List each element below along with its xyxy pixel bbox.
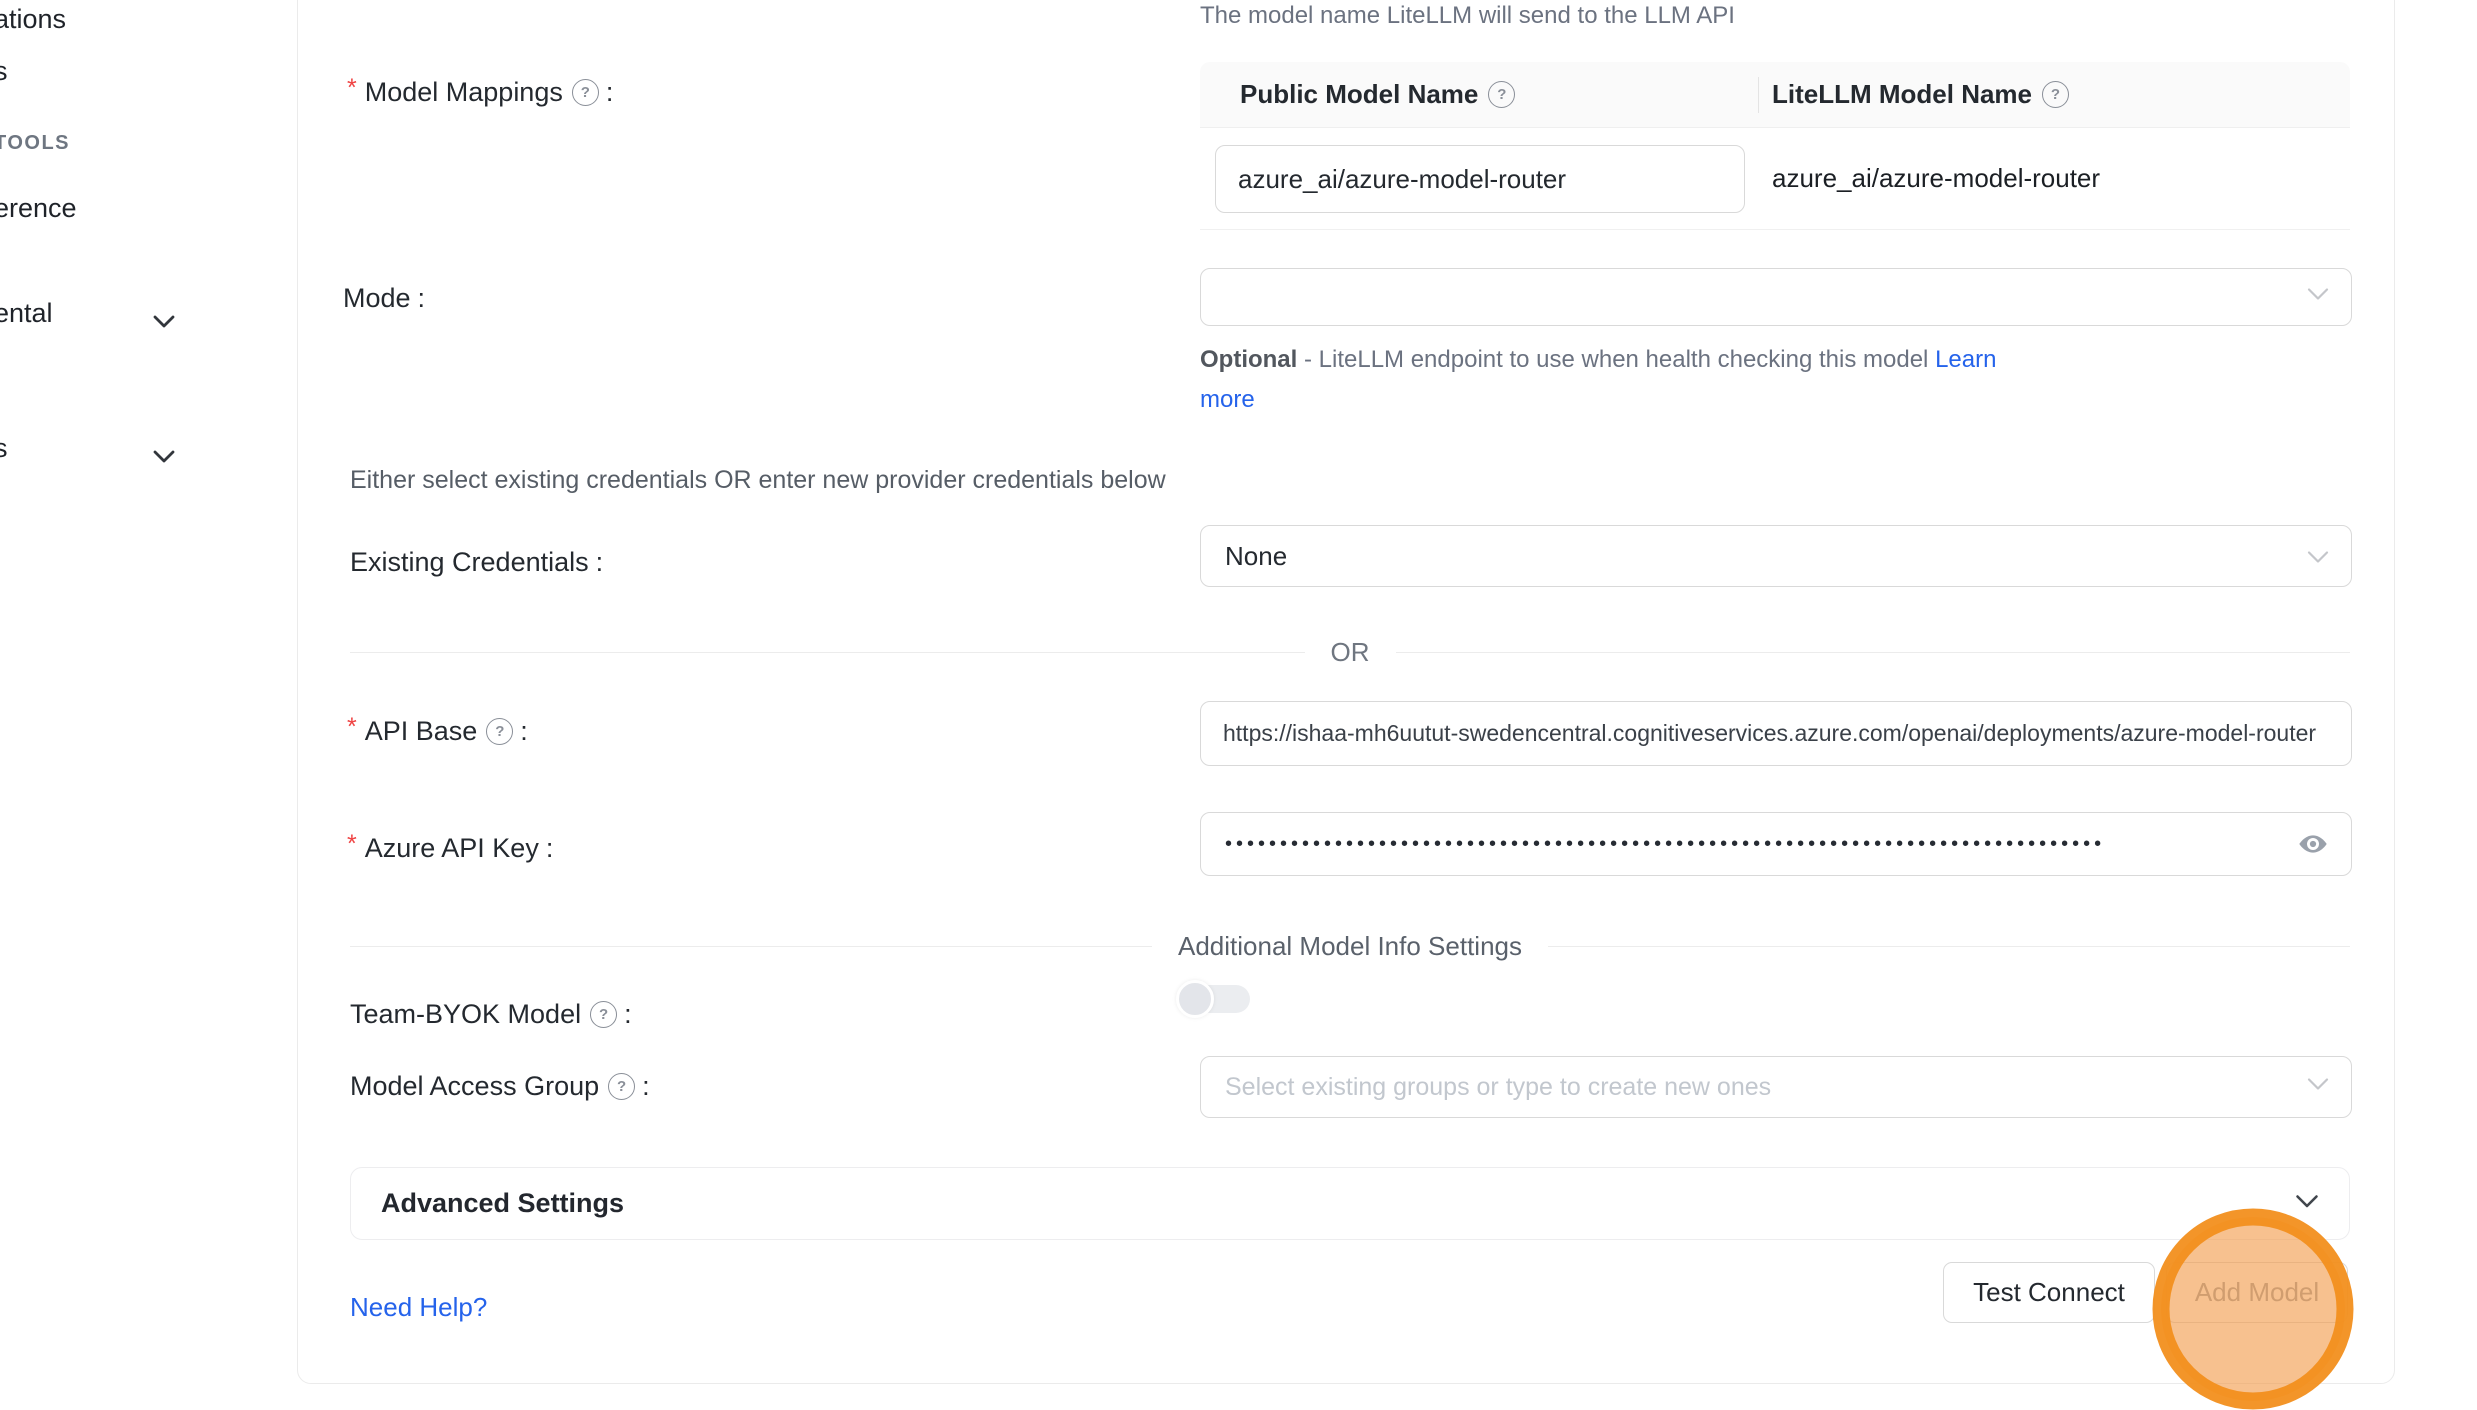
additional-info-divider: Additional Model Info Settings <box>350 931 2350 962</box>
api-base-label: * API Base ? : <box>347 714 528 748</box>
team-byok-toggle[interactable] <box>1176 980 1254 1018</box>
mode-label: Mode : <box>343 281 425 315</box>
header-text: LiteLLM Model Name <box>1772 79 2032 110</box>
team-byok-label: Team-BYOK Model ? : <box>350 997 632 1031</box>
advanced-settings-panel[interactable]: Advanced Settings <box>350 1167 2350 1240</box>
colon: : <box>624 999 632 1030</box>
sidebar-item-inference[interactable]: erence <box>0 191 77 225</box>
table-bottom-border <box>1200 229 2350 230</box>
divider-text: OR <box>1331 637 1370 668</box>
mode-help-text: Optional - LiteLLM endpoint to use when … <box>1200 340 2050 420</box>
divider-line <box>1548 946 2350 947</box>
colon: : <box>596 547 604 578</box>
sidebar: ations s TOOLS erence ental s <box>0 0 297 1385</box>
question-glyph: ? <box>599 1006 608 1023</box>
sidebar-item-label: ations <box>0 4 66 35</box>
model-name-help-text: The model name LiteLLM will send to the … <box>1200 2 1735 30</box>
test-connect-button[interactable]: Test Connect <box>1943 1262 2155 1323</box>
colon: : <box>642 1071 650 1102</box>
question-glyph: ? <box>495 723 504 740</box>
masked-key-value: ••••••••••••••••••••••••••••••••••••••••… <box>1201 833 2185 856</box>
label-text: Team-BYOK Model <box>350 999 581 1030</box>
sidebar-item-organizations[interactable]: ations <box>0 2 66 36</box>
sidebar-item-label: ental <box>0 298 53 329</box>
optional-bold: Optional <box>1200 346 1297 373</box>
chevron-down-icon <box>2307 541 2329 572</box>
question-glyph: ? <box>581 84 590 101</box>
toggle-knob <box>1176 980 1214 1018</box>
chevron-down-icon <box>2307 288 2329 307</box>
litellm-model-name-value: azure_ai/azure-model-router <box>1772 163 2100 194</box>
model-access-group-label: Model Access Group ? : <box>350 1069 650 1103</box>
or-divider: OR <box>350 637 2350 668</box>
help-icon[interactable]: ? <box>572 79 599 106</box>
question-glyph: ? <box>1497 86 1506 103</box>
eye-icon[interactable] <box>2297 831 2329 857</box>
label-text: Mode <box>343 283 411 314</box>
help-icon[interactable]: ? <box>2042 81 2069 108</box>
sidebar-item-label: erence <box>0 193 77 224</box>
existing-credentials-select[interactable]: None <box>1200 525 2352 587</box>
credentials-note: Either select existing credentials OR en… <box>350 466 1166 495</box>
help-icon[interactable]: ? <box>608 1073 635 1100</box>
header-text: Public Model Name <box>1240 79 1478 110</box>
help-icon[interactable]: ? <box>1488 81 1515 108</box>
required-asterisk: * <box>347 830 357 859</box>
model-access-group-select[interactable]: Select existing groups or type to create… <box>1200 1056 2352 1118</box>
help-icon[interactable]: ? <box>486 718 513 745</box>
advanced-settings-title: Advanced Settings <box>381 1188 624 1219</box>
help-icon[interactable]: ? <box>590 1001 617 1028</box>
label-text: Existing Credentials <box>350 547 589 578</box>
public-model-name-input[interactable] <box>1216 164 1744 195</box>
select-placeholder: Select existing groups or type to create… <box>1201 1073 1771 1102</box>
azure-api-key-label: * Azure API Key : <box>347 831 553 865</box>
sidebar-section-tools: TOOLS <box>0 126 70 160</box>
public-model-name-input-wrap <box>1215 145 1745 213</box>
need-help-link[interactable]: Need Help? <box>350 1292 487 1323</box>
required-asterisk: * <box>347 713 357 742</box>
column-header-public-model-name: Public Model Name ? <box>1240 62 1515 127</box>
existing-credentials-label: Existing Credentials : <box>350 545 603 579</box>
label-text: API Base <box>365 716 478 747</box>
help-rest: - LiteLLM endpoint to use when health ch… <box>1297 346 1935 373</box>
chevron-down-icon <box>2307 1078 2329 1097</box>
label-text: Azure API Key <box>365 833 539 864</box>
sidebar-item-settings[interactable]: s <box>0 431 8 465</box>
colon: : <box>418 283 426 314</box>
divider-text: Additional Model Info Settings <box>1178 931 1522 962</box>
sidebar-item-label: s <box>0 433 8 464</box>
divider-line <box>350 652 1305 653</box>
api-base-value: https://ishaa-mh6uutut-swedencentral.cog… <box>1201 720 2334 747</box>
chevron-down-icon <box>2295 1194 2319 1214</box>
sidebar-item-experimental[interactable]: ental <box>0 296 53 330</box>
header-divider <box>1758 77 1759 113</box>
label-text: Model Mappings <box>365 77 563 108</box>
add-model-button[interactable]: Add Model <box>2166 1262 2348 1323</box>
divider-line <box>350 946 1152 947</box>
model-mappings-table-header: Public Model Name ? LiteLLM Model Name ? <box>1200 62 2350 128</box>
sidebar-item-models[interactable]: s <box>0 54 8 88</box>
question-glyph: ? <box>2051 86 2060 103</box>
chevron-down-icon <box>152 306 176 337</box>
chevron-down-icon <box>152 441 176 472</box>
divider-line <box>1396 652 2351 653</box>
column-header-litellm-model-name: LiteLLM Model Name ? <box>1772 62 2069 127</box>
question-glyph: ? <box>617 1078 626 1095</box>
selected-value: None <box>1201 541 1287 572</box>
button-label: Add Model <box>2195 1277 2319 1308</box>
label-text: Model Access Group <box>350 1071 599 1102</box>
sidebar-section-label: TOOLS <box>0 132 70 155</box>
azure-api-key-input[interactable]: ••••••••••••••••••••••••••••••••••••••••… <box>1200 812 2352 876</box>
colon: : <box>606 77 614 108</box>
api-base-input[interactable]: https://ishaa-mh6uutut-swedencentral.cog… <box>1200 701 2352 766</box>
button-label: Test Connect <box>1973 1277 2125 1308</box>
sidebar-item-label: s <box>0 56 8 87</box>
mode-select[interactable] <box>1200 268 2352 326</box>
required-asterisk: * <box>347 74 357 103</box>
model-mappings-label: * Model Mappings ? : <box>347 75 613 109</box>
colon: : <box>546 833 554 864</box>
colon: : <box>520 716 528 747</box>
